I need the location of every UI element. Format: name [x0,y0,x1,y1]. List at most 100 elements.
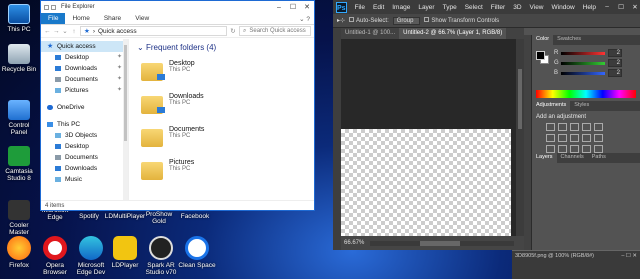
horizontal-scrollbar[interactable] [370,240,514,246]
group-header[interactable]: ⌄ Frequent folders (4) [137,43,306,52]
channel-mixer-icon[interactable] [594,134,603,142]
expand-ribbon-icon[interactable]: ⌄ ? [295,13,314,24]
nav-item-this-pc[interactable]: This PC [41,119,128,130]
back-icon[interactable]: ← [44,28,51,35]
nav-item-3d-objects[interactable]: 3D Objects [41,130,128,141]
menu-select[interactable]: Select [461,4,487,11]
maximize-icon[interactable]: ☐ [614,3,628,11]
scrollbar-thumb[interactable] [518,69,522,129]
slider-value[interactable]: 2 [608,69,622,77]
desktop-icon-spotify[interactable]: Spotify [70,213,108,220]
pin-icon[interactable]: ✦ [117,52,122,63]
menu-file[interactable]: File [351,4,369,11]
desktop-icon-recycle-bin[interactable]: Recycle Bin [0,44,38,73]
tab-home[interactable]: Home [65,13,96,24]
maximize-icon[interactable]: ☐ [286,3,300,11]
tab-color[interactable]: Color [532,35,554,45]
nav-scrollbar-thumb[interactable] [124,45,127,141]
folder-item-documents[interactable]: Documents This PC [137,124,306,157]
desktop-icon-control-panel[interactable]: Control Panel [0,100,38,136]
menu-view[interactable]: View [526,4,548,11]
blue-slider[interactable]: B 2 [554,69,636,77]
menu-filter[interactable]: Filter [487,4,509,11]
posterize-icon[interactable] [558,145,567,153]
properties-icon[interactable] [51,4,56,10]
brightness-icon[interactable] [546,123,555,131]
search-input[interactable]: ⌕ Search Quick access [239,26,311,36]
nav-item-documents[interactable]: Documents ✦ [41,74,128,85]
threshold-icon[interactable] [570,145,579,153]
desktop-icon-facebook[interactable]: Facebook [176,213,214,220]
refresh-icon[interactable]: ↻ [230,27,236,35]
desktop-icon-clean-space[interactable]: Clean Space [178,236,216,269]
tab-swatches[interactable]: Swatches [553,35,585,45]
nav-scrollbar[interactable] [123,39,128,200]
desktop-icon-spark-ar[interactable]: Spark AR Studio v70 [142,236,180,276]
tab-channels[interactable]: Channels [557,153,588,163]
desktop-icon-this-pc[interactable]: This PC [0,4,38,33]
desktop-icon-edge-dev[interactable]: Microsoft Edge Dev [72,236,110,276]
nav-item-pc-desktop[interactable]: Desktop [41,141,128,152]
black-white-icon[interactable] [570,134,579,142]
nav-item-quick-access[interactable]: ★ Quick access [41,41,128,52]
slider-track[interactable] [561,51,605,55]
zoom-level[interactable]: 66.67% [344,240,364,246]
red-slider[interactable]: R 2 [554,49,636,57]
slider-value[interactable]: 2 [608,59,622,67]
pin-icon[interactable]: ✦ [117,85,122,96]
desktop-icon-ldmultiplayer[interactable]: LDMultiPlayer [104,213,146,220]
tab-styles[interactable]: Styles [570,101,593,111]
tab-untitled-1[interactable]: Untitled-1 @ 100... [341,28,399,39]
invert-icon[interactable] [546,145,555,153]
nav-item-downloads[interactable]: Downloads ✦ [41,63,128,74]
vertical-scrollbar[interactable] [516,39,524,236]
move-tool-icon[interactable]: ▸⊹ [337,17,345,24]
pin-icon[interactable]: ✦ [117,63,122,74]
transform-controls-checkbox[interactable]: Show Transform Controls [424,17,499,24]
tab-file[interactable]: File [41,13,66,24]
selective-color-icon[interactable] [594,145,603,153]
desktop-icon-proshow[interactable]: ProShow Gold [142,211,176,225]
tab-share[interactable]: Share [97,13,128,24]
explorer-titlebar[interactable]: File Explorer – ☐ ✕ [41,1,314,13]
minimize-icon[interactable]: – [600,3,614,11]
auto-select-dropdown[interactable]: Group [392,16,421,25]
menu-edit[interactable]: Edit [369,4,388,11]
color-spectrum[interactable] [536,90,636,98]
folder-item-desktop[interactable]: Desktop This PC [137,58,306,91]
menu-window[interactable]: Window [548,4,579,11]
desktop-icon-opera[interactable]: Opera Browser [36,236,74,276]
slider-track[interactable] [561,71,605,75]
up-icon[interactable]: ↑ [71,28,77,35]
address-bar[interactable]: ★ › Quick access [80,26,227,36]
hue-saturation-icon[interactable] [546,134,555,142]
green-slider[interactable]: G 2 [554,59,636,67]
pin-icon[interactable]: ✦ [117,74,122,85]
color-balance-icon[interactable] [558,134,567,142]
foreground-color-swatch[interactable] [536,51,545,60]
quick-access-toolbar-icon[interactable] [44,4,49,10]
slider-value[interactable]: 2 [608,49,622,57]
nav-item-pc-documents[interactable]: Documents [41,152,128,163]
desktop-icon-ldplayer[interactable]: LDPlayer [106,236,144,269]
close-icon[interactable]: ✕ [300,3,314,11]
desktop-icon-firefox[interactable]: Firefox [0,236,38,269]
nav-item-pc-downloads[interactable]: Downloads [41,163,128,174]
curves-icon[interactable] [570,123,579,131]
vibrance-icon[interactable] [594,123,603,131]
levels-icon[interactable] [558,123,567,131]
desktop-icon-cooler-master[interactable]: Cooler Master [0,200,38,236]
nav-item-pictures[interactable]: Pictures ✦ [41,85,128,96]
recent-locations-icon[interactable]: ⌄ [62,27,68,35]
exposure-icon[interactable] [582,123,591,131]
slider-track[interactable] [561,61,605,65]
photo-filter-icon[interactable] [582,134,591,142]
tab-untitled-2[interactable]: Untitled-2 @ 66.7% (Layer 1, RGB/8) [399,28,507,39]
collapsed-panel-dock[interactable] [524,35,531,250]
folder-item-downloads[interactable]: Downloads This PC [137,91,306,124]
tab-paths[interactable]: Paths [588,153,610,163]
forward-icon[interactable]: → [53,28,60,35]
photoshop-secondary-window[interactable]: 3D8905f.png @ 100% (RGB/8#) – ☐ ✕ [512,250,640,279]
nav-item-onedrive[interactable]: OneDrive [41,102,128,113]
gradient-map-icon[interactable] [582,145,591,153]
